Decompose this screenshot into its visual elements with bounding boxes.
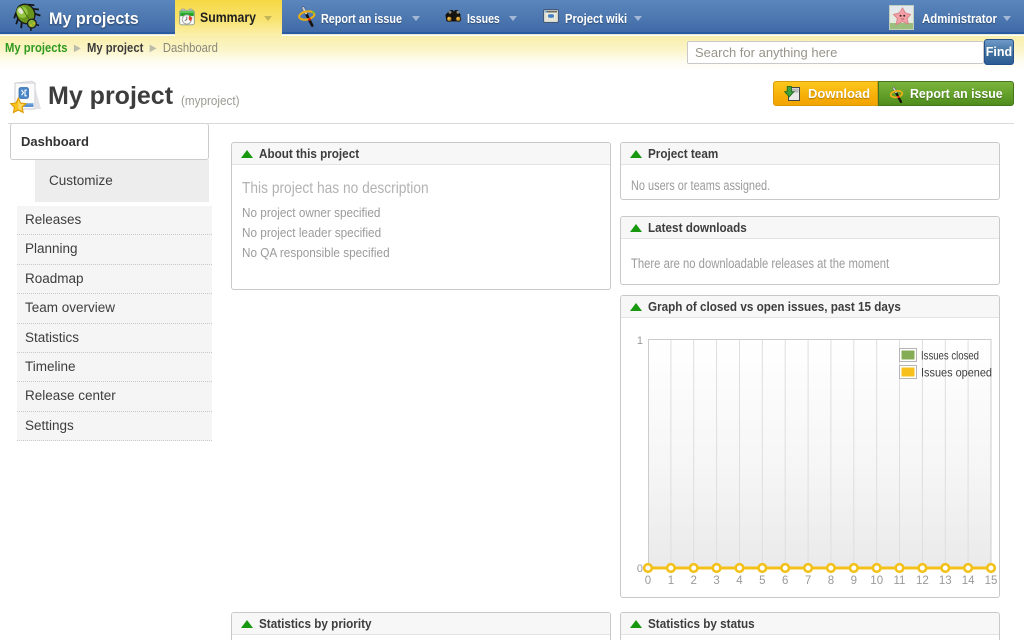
svg-text:3: 3 [713, 575, 719, 587]
svg-text:0: 0 [637, 563, 643, 575]
svg-text:5: 5 [759, 575, 765, 587]
svg-text:12: 12 [916, 575, 929, 587]
svg-text:1: 1 [637, 335, 643, 347]
svg-text:7: 7 [805, 575, 811, 587]
svg-text:4: 4 [736, 575, 743, 587]
svg-text:15: 15 [985, 575, 998, 587]
svg-text:13: 13 [939, 575, 952, 587]
svg-text:2: 2 [690, 575, 696, 587]
svg-text:14: 14 [962, 575, 975, 587]
svg-text:6: 6 [782, 575, 788, 587]
svg-text:0: 0 [645, 575, 651, 587]
svg-text:11: 11 [894, 575, 906, 587]
svg-text:8: 8 [828, 575, 834, 587]
svg-text:Issues closed: Issues closed [921, 349, 979, 363]
svg-text:1: 1 [668, 575, 674, 587]
svg-text:10: 10 [870, 575, 883, 587]
svg-text:9: 9 [851, 575, 857, 587]
svg-text:Issues opened: Issues opened [921, 366, 992, 380]
